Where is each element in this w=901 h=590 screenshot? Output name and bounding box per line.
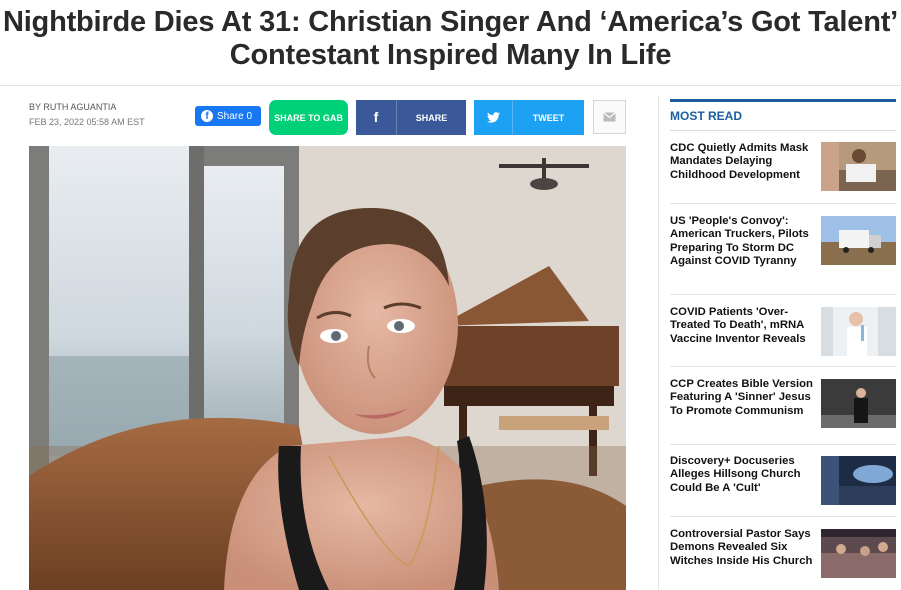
twitter-bird-icon bbox=[474, 100, 513, 135]
facebook-share-label: Share 0 bbox=[217, 110, 253, 122]
sidebar-divider bbox=[658, 96, 659, 590]
most-read-title: MOST READ bbox=[670, 109, 742, 123]
most-read-thumbnail[interactable] bbox=[821, 307, 896, 356]
most-read-item-title[interactable]: US 'People's Convoy': American Truckers,… bbox=[670, 215, 815, 269]
article-headline: Nightbirde Dies At 31: Christian Singer … bbox=[0, 6, 901, 72]
share-label: SHARE bbox=[415, 112, 448, 123]
most-read-item-title[interactable]: CDC Quietly Admits Mask Mandates Delayin… bbox=[670, 142, 815, 182]
most-read-item-title[interactable]: COVID Patients 'Over-Treated To Death', … bbox=[670, 306, 815, 346]
most-read-item-title[interactable]: Controversial Pastor Says Demons Reveale… bbox=[670, 528, 815, 568]
tweet-label: TWEET bbox=[532, 112, 565, 123]
publish-date: FEB 23, 2022 05:58 AM EST bbox=[29, 117, 145, 127]
most-read-separator bbox=[670, 294, 896, 295]
header-divider bbox=[0, 85, 901, 86]
facebook-share-large-button[interactable]: f SHARE bbox=[356, 100, 466, 135]
most-read-thumbnail[interactable] bbox=[821, 216, 896, 265]
facebook-share-button[interactable]: f Share 0 bbox=[195, 106, 261, 126]
gab-share-label: SHARE TO GAB bbox=[274, 112, 343, 123]
most-read-accent-bar bbox=[670, 99, 896, 102]
gab-share-button[interactable]: SHARE TO GAB bbox=[269, 100, 348, 135]
most-read-thumbnail[interactable] bbox=[821, 379, 896, 428]
envelope-icon bbox=[603, 112, 616, 122]
email-share-button[interactable] bbox=[593, 100, 626, 134]
most-read-separator bbox=[670, 203, 896, 204]
byline: BY RUTH AGUANTIA bbox=[29, 102, 117, 112]
facebook-icon: f bbox=[201, 110, 213, 122]
most-read-title-underline bbox=[670, 130, 896, 131]
most-read-thumbnail[interactable] bbox=[821, 456, 896, 505]
most-read-thumbnail[interactable] bbox=[821, 529, 896, 578]
most-read-thumbnail[interactable] bbox=[821, 142, 896, 191]
most-read-separator bbox=[670, 444, 896, 445]
tweet-button[interactable]: TWEET bbox=[474, 100, 584, 135]
most-read-separator bbox=[670, 366, 896, 367]
article-photo bbox=[29, 146, 626, 590]
most-read-item-title[interactable]: CCP Creates Bible Version Featuring A 'S… bbox=[670, 378, 815, 418]
facebook-icon: f bbox=[356, 100, 397, 135]
most-read-separator bbox=[670, 516, 896, 517]
headline-line-2: Contestant Inspired Many In Life bbox=[229, 39, 672, 71]
headline-line-1: Nightbirde Dies At 31: Christian Singer … bbox=[2, 6, 899, 38]
most-read-item-title[interactable]: Discovery+ Docuseries Alleges Hillsong C… bbox=[670, 455, 815, 495]
